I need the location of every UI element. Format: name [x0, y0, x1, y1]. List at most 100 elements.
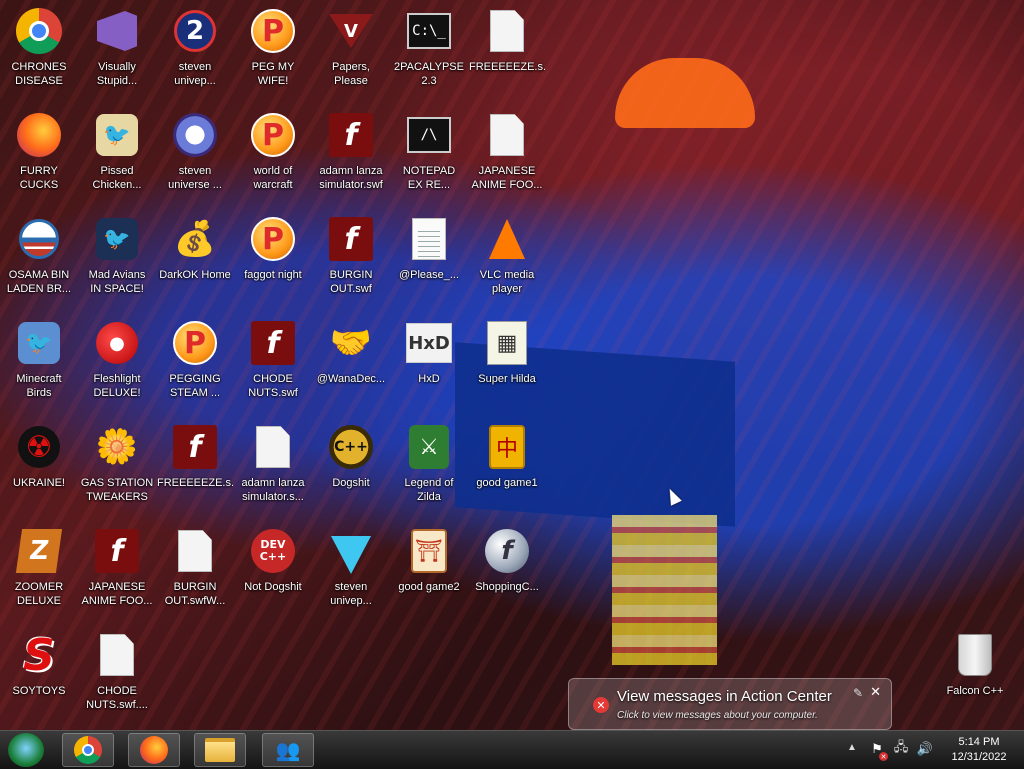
- desktop-icon-label: PEG MY WIFE!: [251, 61, 295, 87]
- notification-close-button[interactable]: ✕: [870, 684, 881, 700]
- desktop-icon-adamn-lanza-s[interactable]: adamn lanza simulator.s...: [235, 418, 311, 518]
- desktop-icon-japanese-anime-swf[interactable]: f JAPANESE ANIME FOO...: [79, 522, 155, 622]
- desktop-icon-steven-univer-3[interactable]: steven univер...: [313, 522, 389, 622]
- desktop-icon-label: PEGGING STEAM ...: [169, 373, 221, 399]
- desktop-icon-wanadec[interactable]: 🤝 @WanaDec...: [313, 314, 389, 414]
- desktop-icon-freeeeeze-1[interactable]: FREEEEEZE.s...: [469, 2, 545, 102]
- desktop-icon-good-game2[interactable]: ⛩ good game2: [391, 522, 467, 622]
- desktop-icon-mad-avians[interactable]: 🐦 Mad Avians IN SPACE!: [79, 210, 155, 310]
- flash-icon: f: [328, 112, 374, 158]
- notification-title: View messages in Action Center: [617, 688, 832, 705]
- mahjong-tile-icon-shape: 中: [489, 425, 525, 469]
- desktop-icon-ukraine[interactable]: ☢ UKRAINE!: [1, 418, 77, 518]
- desktop-icon-steven-univer-1[interactable]: 2 steven univер...: [157, 2, 233, 102]
- dev-cpp-icon-shape: DEV C++: [251, 529, 295, 573]
- desktop-icon-pegging-steam[interactable]: P PEGGING STEAM ...: [157, 314, 233, 414]
- angry-birds-icon-shape: 🐦: [18, 322, 60, 364]
- action-center-flag-icon: ✕: [593, 697, 609, 713]
- desktop-icon-faggot-night[interactable]: Pfaggot night: [235, 210, 311, 310]
- desktop-icon-label: Dogshit: [332, 477, 370, 489]
- desktop-icon-zoomer-deluxe[interactable]: Z ZOOMER DELUXE: [1, 522, 77, 622]
- desktop-icon-world-of-warcraft[interactable]: Pworld of warcraft: [235, 106, 311, 206]
- torii-tile-icon: ⛩: [406, 528, 452, 574]
- angry-birds-space-icon: 🐦: [94, 216, 140, 262]
- red-creature-icon: ●: [94, 320, 140, 366]
- desktop-icon-hxd[interactable]: HxD HxD: [391, 314, 467, 414]
- desktop-icon-label: FREEEEEZE.s...: [469, 61, 545, 73]
- desktop-icon-legend-of-zilda[interactable]: ⚔ Legend of Zilda: [391, 418, 467, 518]
- network-icon[interactable]: 🖧: [893, 739, 909, 758]
- taskbar-firefox-button[interactable]: [128, 733, 180, 767]
- desktop-icon-burgin-out-swfw[interactable]: BURGIN OUT.swfW...: [157, 522, 233, 622]
- desktop-icon-papers-please[interactable]: V Papers, Please: [313, 2, 389, 102]
- desktop-icon-visually-stupid[interactable]: Visually Stupid...: [79, 2, 155, 102]
- desktop-icon-please-txt[interactable]: @Please_...: [391, 210, 467, 310]
- desktop-icon-osama-bin-laden[interactable]: OSAMA BIN LADEN BR...: [1, 210, 77, 310]
- desktop-icon-peg-my-wife[interactable]: P PEG MY WIFE!: [235, 2, 311, 102]
- desktop-icon-good-game1[interactable]: 中 good game1: [469, 418, 545, 518]
- desktop-icon-fleshlight-deluxe[interactable]: ● Fleshlight DELUXE!: [79, 314, 155, 414]
- blank-file-icon: [484, 112, 530, 158]
- desktop-icon-label: good game1: [476, 477, 538, 489]
- text-file-icon: [406, 216, 452, 262]
- desktop-icon-label: @WanaDec...: [316, 373, 386, 385]
- handshake-icon-shape: 🤝: [329, 323, 373, 363]
- flash-icon-shape: f: [329, 217, 373, 261]
- desktop-icon-chode-nuts-swf-file[interactable]: CHODE NUTS.swf....: [79, 626, 155, 726]
- tray-expand-chevron-icon[interactable]: ▲: [847, 742, 857, 753]
- action-center-tray-icon[interactable]: ⚑: [869, 740, 888, 761]
- action-center-notification[interactable]: ✕ View messages in Action Center Click t…: [568, 678, 892, 730]
- desktop-icon-darkok-home[interactable]: 💰 DarkOK Home: [157, 210, 233, 310]
- wallpaper-plaid-pants: [612, 515, 717, 665]
- taskbar-explorer-button[interactable]: [194, 733, 246, 767]
- flower-icon: 🌼: [94, 424, 140, 470]
- desktop-icon-2pacalypse[interactable]: C:\_ 2PACALYPSE 2.3: [391, 2, 467, 102]
- desktop-icon-falcon-cpp[interactable]: Falcon C++: [937, 626, 1013, 726]
- notification-pin-icon[interactable]: ✎: [853, 686, 863, 700]
- angry-birds-space-icon-shape: 🐦: [96, 218, 138, 260]
- flash-icon: f: [172, 424, 218, 470]
- desktop-icon-chode-nuts-swf[interactable]: f CHODE NUTS.swf: [235, 314, 311, 414]
- blank-file-icon: [94, 632, 140, 678]
- desktop-icon-burgin-out-swf[interactable]: f BURGIN OUT.swf: [313, 210, 389, 310]
- desktop-icon-dogshit[interactable]: C++ Dogshit: [313, 418, 389, 518]
- flower-icon-shape: 🌼: [95, 427, 139, 467]
- torii-tile-icon-shape: ⛩: [411, 529, 447, 573]
- desktop-icon-adamn-lanza-swf[interactable]: f adamn lanza simulator.swf: [313, 106, 389, 206]
- taskbar-people-button[interactable]: 👥: [262, 733, 314, 767]
- shockwave-icon: f: [484, 528, 530, 574]
- angry-birds-seasons-icon: 🐦: [94, 112, 140, 158]
- desktop-icon-freeeeeze-swf[interactable]: f FREEEEEZE.s...: [157, 418, 233, 518]
- desktop-icon-notepad-xtreme[interactable]: /\ NOTEPAD EX RE...: [391, 106, 467, 206]
- taskbar-chrome-button[interactable]: [62, 733, 114, 767]
- desktop-icon-label: Papers, Please: [332, 61, 370, 87]
- desktop-icon-label: ShoppingC...: [475, 581, 539, 593]
- desktop-icon-chrones-disease[interactable]: CHRONES DISEASE: [1, 2, 77, 102]
- desktop-icon-label: faggot night: [244, 269, 302, 281]
- soytoys-icon: S: [16, 630, 62, 681]
- angry-birds-icon: 🐦: [16, 320, 62, 366]
- desktop-icon-japanese-anime-1[interactable]: JAPANESE ANIME FOO...: [469, 106, 545, 206]
- peggle-icon-shape: P: [251, 217, 295, 261]
- desktop-icon-gas-station-tweakers[interactable]: 🌼 GAS STATION TWEAKERS: [79, 418, 155, 518]
- shockwave-icon-shape: f: [485, 529, 529, 573]
- desktop-icon-steven-universe-2[interactable]: steven universe ...: [157, 106, 233, 206]
- desktop-icon-soytoys[interactable]: S SOYTOYS: [1, 626, 77, 726]
- desktop-icon-label: NOTEPAD EX RE...: [402, 165, 456, 191]
- desktop-icon-minecraft-birds[interactable]: 🐦 Minecraft Birds: [1, 314, 77, 414]
- clock-date: 12/31/2022: [951, 751, 1007, 763]
- chrome-icon: [74, 736, 102, 764]
- volume-icon[interactable]: 🔊: [917, 740, 933, 758]
- taskbar-clock[interactable]: 5:14 PM 12/31/2022: [944, 735, 1014, 765]
- flash-icon: f: [328, 216, 374, 262]
- dogshit-icon: C++: [328, 424, 374, 470]
- start-button[interactable]: [8, 733, 44, 767]
- desktop-icon-vlc[interactable]: VLC media player: [469, 210, 545, 310]
- desktop-icon-label: world of warcraft: [253, 165, 293, 191]
- desktop-icon-super-hilda[interactable]: ▦ Super Hilda: [469, 314, 545, 414]
- desktop-icon-pissed-chicken[interactable]: 🐦 Pissed Chicken...: [79, 106, 155, 206]
- desktop-icon-not-dogshit[interactable]: DEV C++ Not Dogshit: [235, 522, 311, 622]
- money-bag-icon-shape: 💰: [173, 219, 217, 259]
- desktop-icon-furry-cucks[interactable]: FURRY CUCKS: [1, 106, 77, 206]
- desktop-icon-shoppingc[interactable]: f ShoppingC...: [469, 522, 545, 622]
